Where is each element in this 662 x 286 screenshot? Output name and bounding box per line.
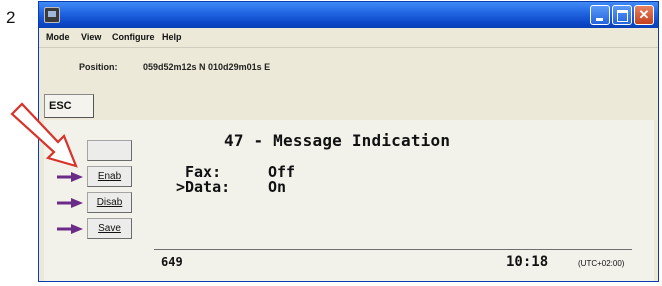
- footer-time: 10:18: [506, 254, 549, 270]
- footer-code: 649: [161, 255, 183, 269]
- red-outline-arrow-icon: [10, 102, 78, 168]
- data-value: On: [268, 178, 287, 196]
- footer-divider: [154, 249, 632, 250]
- screen-title: 47 - Message Indication: [224, 131, 451, 150]
- menu-mode[interactable]: Mode: [46, 32, 70, 42]
- close-icon[interactable]: ✕: [634, 5, 654, 25]
- title-bar: ✕: [39, 2, 658, 28]
- terminal-app-icon[interactable]: [44, 7, 60, 23]
- purple-arrow-icon: [57, 198, 83, 208]
- softkey-blank[interactable]: [87, 140, 132, 161]
- position-label: Position:: [79, 62, 118, 72]
- terminal-display: 47 - Message Indication > Fax: Off Data:…: [154, 120, 654, 281]
- disab-softkey[interactable]: Disab: [87, 192, 132, 213]
- menu-help[interactable]: Help: [162, 32, 182, 42]
- footer-timezone: (UTC+02:00): [578, 259, 625, 268]
- terminal-panel: Enab Disab Save 47 - Message Indication …: [44, 120, 654, 281]
- fax-value: Off: [268, 163, 296, 181]
- fax-label: Fax:: [185, 163, 222, 181]
- purple-arrow-icon: [57, 224, 83, 234]
- position-value: 059d52m12s N 010d29m01s E: [143, 62, 271, 72]
- data-label: Data:: [185, 178, 231, 196]
- selection-marker: >: [176, 178, 186, 196]
- application-window: ✕ Mode View Configure Help Position: 059…: [38, 1, 659, 282]
- menu-view[interactable]: View: [81, 32, 101, 42]
- save-softkey[interactable]: Save: [87, 218, 132, 239]
- menu-bar: Mode View Configure Help: [39, 28, 658, 48]
- purple-arrow-icon: [57, 172, 83, 182]
- enab-softkey[interactable]: Enab: [87, 166, 132, 187]
- maximize-icon[interactable]: [612, 5, 632, 25]
- menu-configure[interactable]: Configure: [112, 32, 155, 42]
- step-number: 2: [6, 8, 16, 27]
- minimize-icon[interactable]: [590, 5, 610, 25]
